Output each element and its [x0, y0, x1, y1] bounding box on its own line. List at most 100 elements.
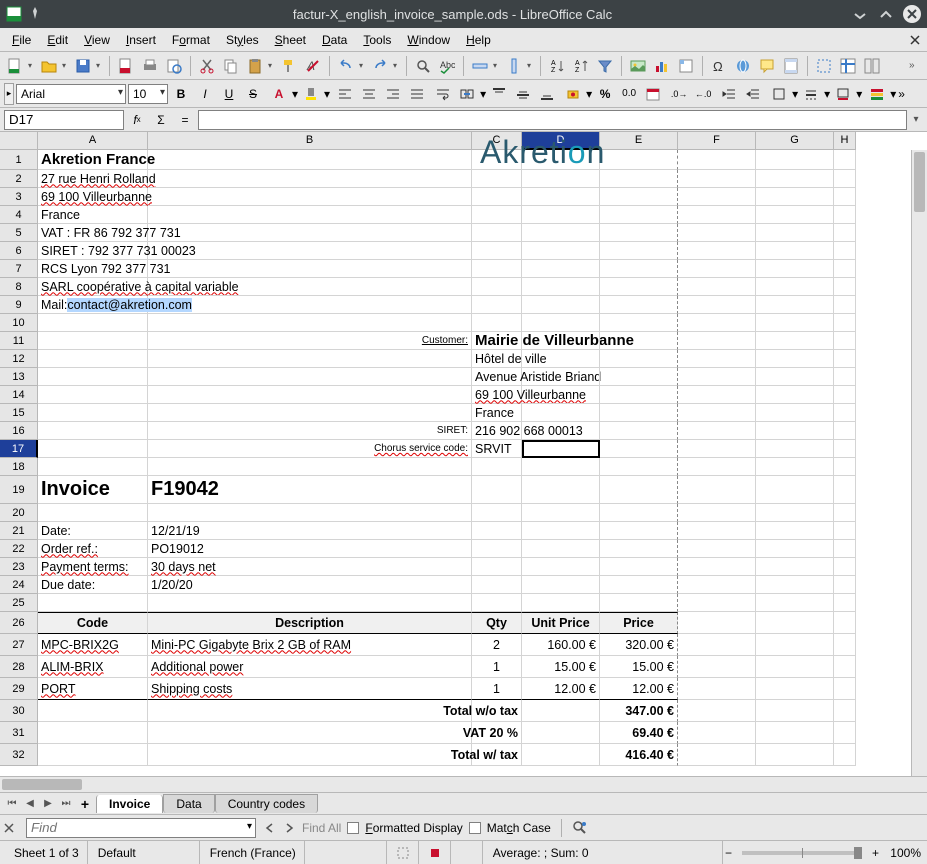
sheet-tab-data[interactable]: Data [163, 794, 214, 813]
cell-A28[interactable]: ALIM-BRIX [38, 656, 148, 678]
row-header-19[interactable]: 19 [0, 476, 38, 504]
cell-H19[interactable] [834, 476, 856, 504]
cell-F10[interactable] [678, 314, 756, 332]
cell-A19[interactable]: Invoice [38, 476, 148, 504]
cell-C9[interactable] [472, 296, 522, 314]
align-middle-button[interactable] [512, 83, 534, 105]
undo-dropdown[interactable]: ▾ [359, 61, 367, 70]
row-header-15[interactable]: 15 [0, 404, 38, 422]
cell-B23[interactable]: 30 days net [148, 558, 472, 576]
cell-E24[interactable] [600, 576, 678, 594]
menu-edit[interactable]: Edit [39, 31, 76, 49]
sheet-count-status[interactable]: Sheet 1 of 3 [6, 841, 88, 864]
tab-first[interactable]: ⏮ [4, 796, 20, 812]
strikethrough-button[interactable]: S [242, 83, 264, 105]
cell-B7[interactable] [148, 260, 472, 278]
row-header-22[interactable]: 22 [0, 540, 38, 558]
cell-A3[interactable]: 69 100 Villeurbanne [38, 188, 148, 206]
remove-decimal-button[interactable]: ←.0 [692, 83, 714, 105]
cell-E23[interactable] [600, 558, 678, 576]
cell-B13[interactable] [148, 368, 472, 386]
cell-E25[interactable] [600, 594, 678, 612]
cell-A23[interactable]: Payment terms: [38, 558, 148, 576]
hyperlink-button[interactable] [732, 55, 754, 77]
row-header-5[interactable]: 5 [0, 224, 38, 242]
print-button[interactable] [139, 55, 161, 77]
align-top-button[interactable] [488, 83, 510, 105]
row-header-31[interactable]: 31 [0, 722, 38, 744]
cell-B14[interactable] [148, 386, 472, 404]
cell-D17[interactable] [522, 440, 600, 458]
cut-button[interactable] [196, 55, 218, 77]
sheet-tab-country-codes[interactable]: Country codes [215, 794, 318, 813]
cell-H14[interactable] [834, 386, 856, 404]
cell-C12[interactable]: Hôtel de ville [472, 350, 522, 368]
cell-F20[interactable] [678, 504, 756, 522]
col-header-G[interactable]: G [756, 132, 834, 150]
cell-A26[interactable]: Code [38, 612, 148, 634]
cell-G4[interactable] [756, 206, 834, 224]
cell-G12[interactable] [756, 350, 834, 368]
open-dropdown[interactable]: ▾ [62, 61, 70, 70]
cell-C8[interactable] [472, 278, 522, 296]
cell-G19[interactable] [756, 476, 834, 504]
cell-F17[interactable] [678, 440, 756, 458]
italic-button[interactable]: I [194, 83, 216, 105]
sheet-tab-invoice[interactable]: Invoice [96, 795, 163, 813]
row-header-26[interactable]: 26 [0, 612, 38, 634]
cell-D19[interactable] [522, 476, 600, 504]
row-header-21[interactable]: 21 [0, 522, 38, 540]
close-document-button[interactable] [907, 32, 923, 48]
cell-B29[interactable]: Shipping costs [148, 678, 472, 700]
spellcheck-button[interactable]: Abc [436, 55, 458, 77]
cell-G1[interactable] [756, 150, 834, 170]
row-header-2[interactable]: 2 [0, 170, 38, 188]
cell-E1[interactable] [600, 150, 678, 170]
cell-C17[interactable]: SRVIT [472, 440, 522, 458]
cell-H16[interactable] [834, 422, 856, 440]
column-button[interactable] [503, 55, 525, 77]
row-header-4[interactable]: 4 [0, 206, 38, 224]
row-header-12[interactable]: 12 [0, 350, 38, 368]
cell-E5[interactable] [600, 224, 678, 242]
cell-A25[interactable] [38, 594, 148, 612]
cell-B26[interactable]: Description [148, 612, 472, 634]
align-justify-button[interactable] [406, 83, 428, 105]
menu-help[interactable]: Help [458, 31, 499, 49]
menu-view[interactable]: View [76, 31, 118, 49]
cell-H30[interactable] [834, 700, 856, 722]
cell-F27[interactable] [678, 634, 756, 656]
formula-button[interactable]: = [174, 110, 196, 130]
row-header-6[interactable]: 6 [0, 242, 38, 260]
cell-E21[interactable] [600, 522, 678, 540]
row-header-9[interactable]: 9 [0, 296, 38, 314]
close-button[interactable] [903, 5, 921, 23]
cell-D21[interactable] [522, 522, 600, 540]
cell-B6[interactable] [148, 242, 472, 260]
cell-G10[interactable] [756, 314, 834, 332]
cell-F2[interactable] [678, 170, 756, 188]
cell-H4[interactable] [834, 206, 856, 224]
cell-C19[interactable] [472, 476, 522, 504]
cell-F9[interactable] [678, 296, 756, 314]
cell-B21[interactable]: 12/21/19 [148, 522, 472, 540]
copy-button[interactable] [220, 55, 242, 77]
insert-pivot-button[interactable] [675, 55, 697, 77]
row-header-16[interactable]: 16 [0, 422, 38, 440]
align-right-button[interactable] [382, 83, 404, 105]
cell-C22[interactable] [472, 540, 522, 558]
cell-F8[interactable] [678, 278, 756, 296]
cell-F29[interactable] [678, 678, 756, 700]
currency-button[interactable] [562, 83, 584, 105]
cell-C10[interactable] [472, 314, 522, 332]
col-header-B[interactable]: B [148, 132, 472, 150]
cell-H11[interactable] [834, 332, 856, 350]
cell-H5[interactable] [834, 224, 856, 242]
conditional-button[interactable] [866, 83, 888, 105]
cell-D29[interactable]: 12.00 € [522, 678, 600, 700]
cell-H22[interactable] [834, 540, 856, 558]
cell-B15[interactable] [148, 404, 472, 422]
cell-C31[interactable]: VAT 20 % [472, 722, 522, 744]
match-case-checkbox[interactable] [469, 822, 481, 834]
sort-desc-button[interactable]: AZ [570, 55, 592, 77]
